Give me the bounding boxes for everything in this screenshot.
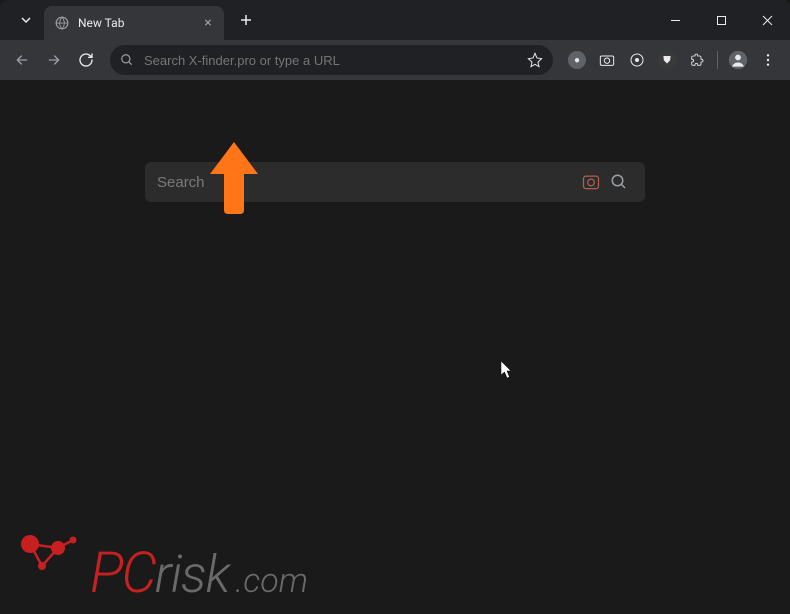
extension-1[interactable]: ● xyxy=(563,46,591,74)
plus-icon xyxy=(240,14,252,26)
reload-icon xyxy=(78,52,94,68)
tab-strip: New Tab × xyxy=(0,0,652,40)
forward-button[interactable] xyxy=(40,46,68,74)
search-tabs-button[interactable] xyxy=(12,6,40,34)
circle-dot-icon xyxy=(629,52,645,68)
maximize-icon xyxy=(716,15,727,26)
omnibox-input[interactable] xyxy=(144,53,527,68)
maximize-button[interactable] xyxy=(698,0,744,40)
new-tab-button[interactable] xyxy=(232,6,260,34)
star-icon xyxy=(527,52,543,68)
circle-icon: ● xyxy=(568,51,586,69)
reload-button[interactable] xyxy=(72,46,100,74)
extension-icons: ● ⛊ xyxy=(563,46,782,74)
back-button[interactable] xyxy=(8,46,36,74)
search-icon xyxy=(120,53,134,67)
extensions-menu[interactable] xyxy=(683,46,711,74)
profile-button[interactable] xyxy=(724,46,752,74)
watermark-pc: PC xyxy=(90,540,155,606)
extension-4[interactable]: ⛊ xyxy=(653,46,681,74)
close-icon xyxy=(762,15,773,26)
page-content: PC risk .com xyxy=(0,80,790,614)
menu-button[interactable] xyxy=(754,46,782,74)
search-icon xyxy=(610,173,628,191)
extension-2[interactable] xyxy=(593,46,621,74)
mouse-cursor-icon xyxy=(500,360,514,384)
arrow-right-icon xyxy=(46,52,62,68)
watermark-com: .com xyxy=(235,561,308,601)
avatar-icon xyxy=(728,50,748,70)
bookmark-button[interactable] xyxy=(527,52,543,68)
search-container xyxy=(145,162,645,202)
globe-icon xyxy=(54,15,70,31)
shield-icon: ⛊ xyxy=(658,51,676,69)
chevron-down-icon xyxy=(20,14,32,26)
tab-active[interactable]: New Tab × xyxy=(44,6,224,40)
divider xyxy=(717,51,718,69)
browser-window: New Tab × xyxy=(0,0,790,614)
minimize-button[interactable] xyxy=(652,0,698,40)
watermark: PC risk .com xyxy=(0,524,790,614)
dots-vertical-icon xyxy=(760,52,776,68)
extension-3[interactable] xyxy=(623,46,651,74)
search-input[interactable] xyxy=(157,174,577,191)
tab-title: New Tab xyxy=(78,16,200,30)
titlebar: New Tab × xyxy=(0,0,790,40)
toolbar: ● ⛊ xyxy=(0,40,790,80)
watermark-risk: risk xyxy=(155,544,230,605)
puzzle-icon xyxy=(689,52,705,68)
search-submit[interactable] xyxy=(605,168,633,196)
camera-icon xyxy=(599,52,615,68)
watermark-logo-icon xyxy=(18,532,88,576)
watermark-text: PC risk .com xyxy=(90,540,308,606)
window-controls xyxy=(652,0,790,40)
omnibox[interactable] xyxy=(110,45,553,75)
camera-lens-icon xyxy=(581,172,601,192)
search-box[interactable] xyxy=(145,162,645,202)
arrow-left-icon xyxy=(14,52,30,68)
close-icon[interactable]: × xyxy=(200,15,216,31)
minimize-icon xyxy=(670,15,681,26)
search-by-image-button[interactable] xyxy=(577,168,605,196)
close-window-button[interactable] xyxy=(744,0,790,40)
